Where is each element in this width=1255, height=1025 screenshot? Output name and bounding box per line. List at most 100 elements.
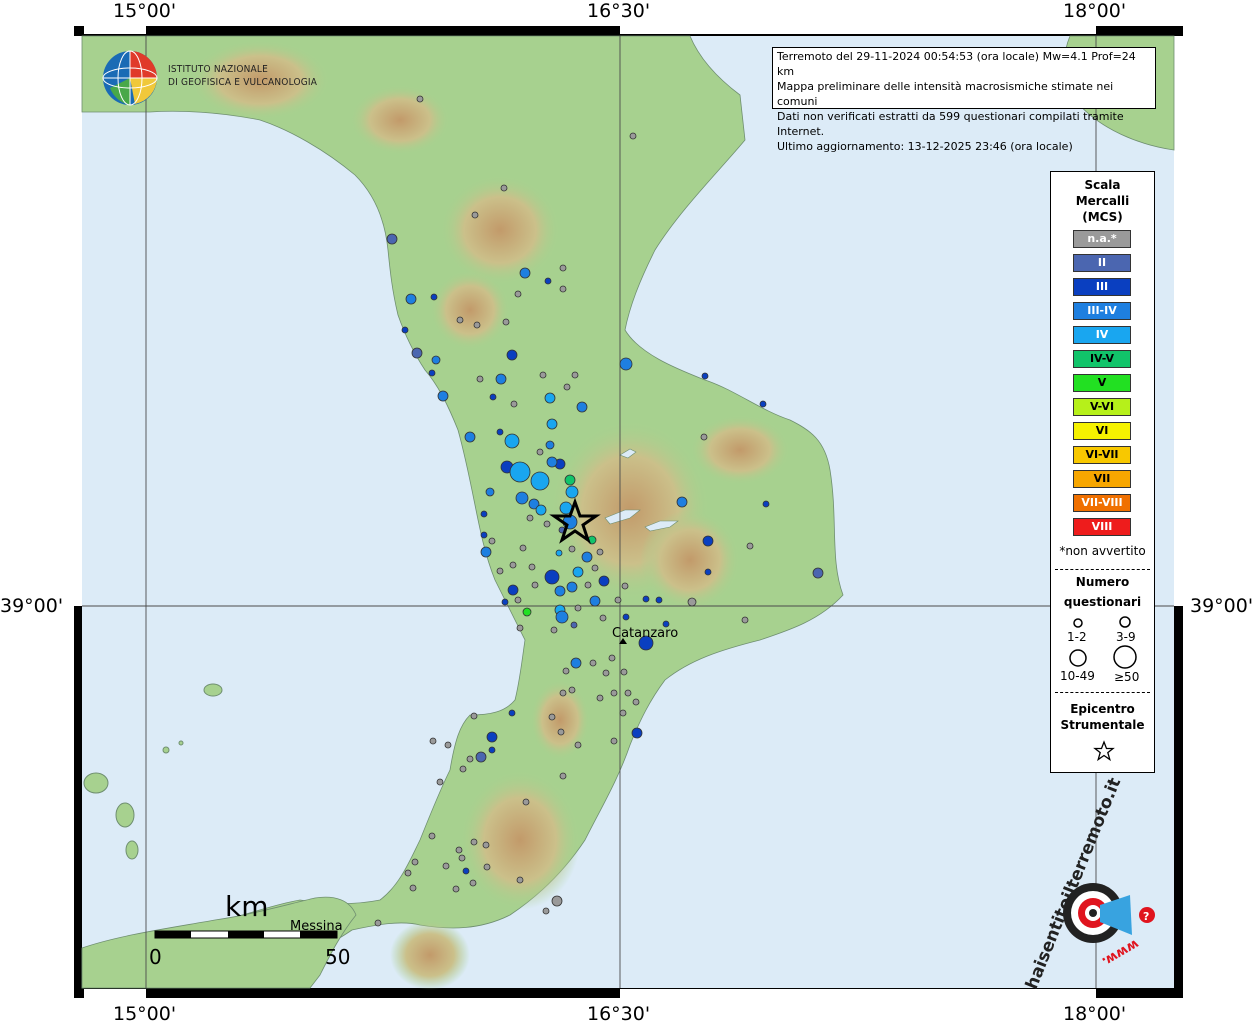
- intensity-point[interactable]: [455, 846, 463, 854]
- intensity-point[interactable]: [504, 433, 520, 449]
- intensity-point[interactable]: [470, 712, 478, 720]
- intensity-point[interactable]: [536, 448, 544, 456]
- intensity-point[interactable]: [545, 440, 555, 450]
- intensity-point[interactable]: [514, 596, 522, 604]
- intensity-point[interactable]: [510, 400, 518, 408]
- intensity-point[interactable]: [458, 854, 466, 862]
- intensity-point[interactable]: [405, 293, 417, 305]
- intensity-point[interactable]: [528, 563, 536, 571]
- intensity-point[interactable]: [741, 616, 749, 624]
- intensity-point[interactable]: [522, 607, 532, 617]
- intensity-point[interactable]: [631, 727, 643, 739]
- intensity-point[interactable]: [476, 375, 484, 383]
- intensity-point[interactable]: [531, 581, 539, 589]
- intensity-point[interactable]: [470, 838, 478, 846]
- intensity-point[interactable]: [546, 456, 558, 468]
- intensity-point[interactable]: [568, 545, 576, 553]
- intensity-point[interactable]: [475, 751, 487, 763]
- intensity-point[interactable]: [622, 613, 630, 621]
- intensity-point[interactable]: [428, 832, 436, 840]
- intensity-point[interactable]: [570, 657, 582, 669]
- intensity-point[interactable]: [632, 698, 640, 706]
- intensity-point[interactable]: [759, 400, 767, 408]
- intensity-point[interactable]: [642, 595, 650, 603]
- intensity-point[interactable]: [557, 728, 565, 736]
- intensity-point[interactable]: [530, 471, 550, 491]
- intensity-point[interactable]: [554, 585, 566, 597]
- intensity-point[interactable]: [564, 474, 576, 486]
- intensity-point[interactable]: [411, 347, 423, 359]
- intensity-point[interactable]: [509, 461, 531, 483]
- intensity-point[interactable]: [589, 595, 601, 607]
- intensity-point[interactable]: [542, 907, 550, 915]
- intensity-point[interactable]: [551, 895, 563, 907]
- intensity-point[interactable]: [563, 383, 571, 391]
- intensity-point[interactable]: [496, 567, 504, 575]
- intensity-point[interactable]: [702, 535, 714, 547]
- intensity-point[interactable]: [624, 689, 632, 697]
- intensity-point[interactable]: [483, 863, 491, 871]
- intensity-point[interactable]: [515, 491, 529, 505]
- intensity-point[interactable]: [466, 755, 474, 763]
- intensity-point[interactable]: [555, 610, 569, 624]
- intensity-point[interactable]: [429, 737, 437, 745]
- intensity-point[interactable]: [374, 919, 382, 927]
- intensity-point[interactable]: [762, 500, 770, 508]
- intensity-point[interactable]: [559, 285, 567, 293]
- intensity-point[interactable]: [548, 713, 556, 721]
- intensity-point[interactable]: [480, 546, 492, 558]
- intensity-point[interactable]: [436, 778, 444, 786]
- intensity-point[interactable]: [574, 604, 582, 612]
- intensity-point[interactable]: [599, 614, 607, 622]
- intensity-point[interactable]: [409, 884, 417, 892]
- intensity-point[interactable]: [482, 841, 490, 849]
- intensity-point[interactable]: [596, 548, 604, 556]
- intensity-point[interactable]: [700, 433, 708, 441]
- intensity-point[interactable]: [576, 401, 588, 413]
- intensity-point[interactable]: [464, 431, 476, 443]
- intensity-point[interactable]: [559, 772, 567, 780]
- intensity-point[interactable]: [495, 373, 507, 385]
- intensity-point[interactable]: [539, 371, 547, 379]
- intensity-point[interactable]: [746, 542, 754, 550]
- intensity-point[interactable]: [516, 624, 524, 632]
- intensity-point[interactable]: [508, 709, 516, 717]
- intensity-point[interactable]: [507, 584, 519, 596]
- intensity-point[interactable]: [473, 321, 481, 329]
- intensity-point[interactable]: [496, 428, 504, 436]
- intensity-point[interactable]: [701, 372, 709, 380]
- intensity-point[interactable]: [620, 668, 628, 676]
- intensity-point[interactable]: [488, 537, 496, 545]
- intensity-point[interactable]: [452, 885, 460, 893]
- intensity-point[interactable]: [411, 858, 419, 866]
- intensity-point[interactable]: [480, 531, 488, 539]
- intensity-point[interactable]: [608, 654, 616, 662]
- intensity-point[interactable]: [428, 369, 436, 377]
- intensity-point[interactable]: [687, 597, 697, 607]
- intensity-point[interactable]: [386, 233, 398, 245]
- intensity-point[interactable]: [591, 564, 599, 572]
- intensity-point[interactable]: [416, 95, 424, 103]
- intensity-point[interactable]: [526, 514, 534, 522]
- intensity-point[interactable]: [704, 568, 712, 576]
- intensity-point[interactable]: [544, 569, 560, 585]
- intensity-point[interactable]: [500, 184, 508, 192]
- intensity-point[interactable]: [621, 582, 629, 590]
- intensity-point[interactable]: [442, 862, 450, 870]
- intensity-point[interactable]: [581, 551, 593, 563]
- intensity-point[interactable]: [566, 581, 578, 593]
- intensity-point[interactable]: [614, 596, 622, 604]
- intensity-point[interactable]: [430, 293, 438, 301]
- intensity-point[interactable]: [459, 765, 467, 773]
- intensity-point[interactable]: [610, 689, 618, 697]
- intensity-point[interactable]: [546, 418, 558, 430]
- intensity-point[interactable]: [574, 741, 582, 749]
- intensity-point[interactable]: [404, 869, 412, 877]
- intensity-point[interactable]: [565, 485, 579, 499]
- intensity-point[interactable]: [550, 626, 558, 634]
- intensity-point[interactable]: [509, 561, 517, 569]
- intensity-point[interactable]: [610, 737, 618, 745]
- intensity-point[interactable]: [437, 390, 449, 402]
- intensity-point[interactable]: [489, 393, 497, 401]
- intensity-point[interactable]: [568, 686, 576, 694]
